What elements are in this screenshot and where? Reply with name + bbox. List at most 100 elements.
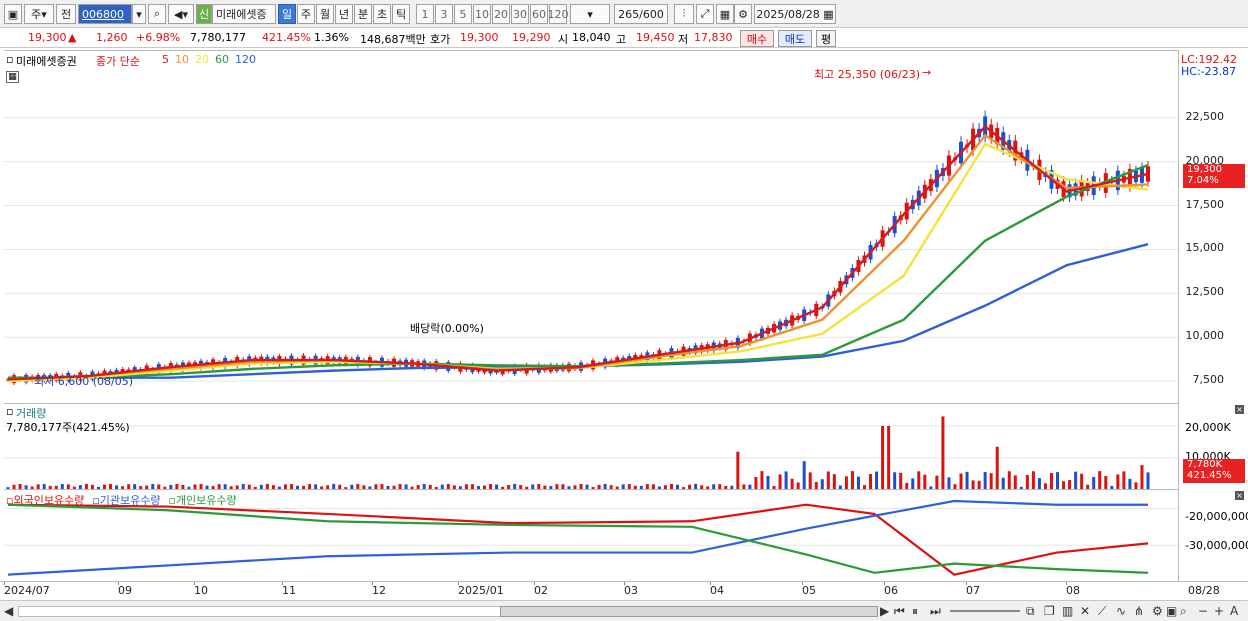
rewind-icon[interactable]: ⏮	[894, 604, 905, 619]
interval-tab[interactable]: 20	[492, 4, 510, 24]
ma-line-60	[8, 164, 1149, 379]
window-icon[interactable]: ❐	[1044, 604, 1055, 618]
close-icon[interactable]: ×	[1235, 405, 1244, 414]
draw-icon[interactable]: ⤢	[696, 4, 714, 24]
gear-icon[interactable]: ⚙	[1152, 604, 1163, 618]
wave-icon[interactable]: ∿	[1116, 604, 1126, 618]
volume-bar	[1080, 473, 1084, 490]
period-tab[interactable]: 월	[316, 4, 334, 24]
close-icon[interactable]: ×	[1235, 491, 1244, 500]
chevron-down-icon[interactable]: ▾	[132, 4, 146, 24]
x-axis-label: 03	[624, 584, 638, 597]
interval-tab[interactable]: 3	[435, 4, 453, 24]
count-field[interactable]: 265/600	[614, 4, 668, 24]
current-price: 19,300	[28, 31, 67, 44]
x-axis-label: 09	[118, 584, 132, 597]
interval-tab[interactable]: 60	[530, 4, 548, 24]
volume-axis: × 20,000K 10,000K 7,780K 421.45%	[1178, 403, 1248, 489]
text-icon[interactable]: A	[1230, 604, 1238, 618]
cross-icon[interactable]: ✕	[1080, 604, 1090, 618]
zoom-slider[interactable]	[950, 610, 1020, 612]
volume-ratio: 421.45%	[262, 31, 311, 44]
scroll-right-icon[interactable]: ▶	[880, 604, 889, 618]
trend-icon[interactable]: ⟋	[1098, 604, 1106, 619]
period-tab[interactable]: 일	[278, 4, 296, 24]
right-arrow-icon: →	[922, 66, 932, 79]
speaker-icon[interactable]: ◀▾	[168, 4, 194, 24]
date-field[interactable]: 2025/08/28 ▦	[754, 4, 836, 24]
interval-tab[interactable]: 5	[454, 4, 472, 24]
volume-bar	[1140, 465, 1144, 490]
zoom-out-icon[interactable]: −	[1198, 604, 1208, 618]
period-tab[interactable]: 초	[373, 4, 391, 24]
volume-bar	[1116, 474, 1120, 490]
pause-icon[interactable]: ⏸	[912, 604, 918, 619]
x-axis-label: 02	[534, 584, 548, 597]
volume-value: 7,780,177	[190, 31, 246, 44]
volume-chart	[4, 416, 1178, 490]
volume-bar	[875, 471, 879, 490]
zoom-in-icon[interactable]: +	[1214, 604, 1224, 618]
legend-ma-period: 120	[235, 53, 256, 66]
price-panel: ▫ 미래에셋증권 종가 단순 5 10 20 60 120 ▦ 최고 25,350 (0…	[4, 50, 1178, 403]
volume-bar	[1104, 476, 1108, 490]
period-tab[interactable]: 틱	[392, 4, 410, 24]
volume-bar	[1007, 471, 1011, 490]
copy-icon[interactable]: ⧉	[1026, 604, 1035, 619]
market-type-label: 주	[31, 8, 42, 21]
volume-bar	[778, 474, 782, 490]
buy-button[interactable]: 매수	[740, 30, 774, 47]
stock-code-input[interactable]: 006800	[78, 4, 132, 24]
fork-icon[interactable]: ⋔	[1134, 604, 1144, 618]
volume-tag: 7,780K 421.45%	[1183, 459, 1245, 483]
volume-bar	[802, 461, 806, 490]
market-type-select[interactable]: 주 ▾	[24, 4, 54, 24]
lock-icon[interactable]: ▣	[1166, 604, 1177, 618]
period-tab[interactable]: 분	[354, 4, 372, 24]
volume-bar	[881, 426, 885, 490]
legend-ma-period: 20	[195, 53, 209, 66]
holdings-tick-1: -20,000,000	[1185, 510, 1248, 523]
volume-tick-1: 20,000K	[1185, 421, 1231, 434]
interval-tab[interactable]: 10	[473, 4, 491, 24]
x-axis-label: 08	[1066, 584, 1080, 597]
interval-tab[interactable]: 1	[416, 4, 434, 24]
scroll-left-icon[interactable]: ◀	[4, 604, 13, 618]
x-axis-label: 04	[710, 584, 724, 597]
prev-button[interactable]: 전	[56, 4, 76, 24]
layout-icon[interactable]: ▣	[4, 4, 22, 24]
sell-button[interactable]: 매도	[778, 30, 812, 47]
eval-button[interactable]: 평	[816, 30, 836, 47]
forward-icon[interactable]: ⏭	[930, 604, 941, 619]
trade-amount: 148,687백만	[360, 33, 426, 46]
turnover-rate: 1.36%	[314, 31, 349, 44]
high-annotation: 최고 25,350 (06/23)	[814, 68, 921, 81]
volume-panel: ▫ 거래량 7,780,177주(421.45%)	[4, 403, 1178, 490]
search-icon[interactable]: ⌕	[148, 4, 166, 24]
candle-icon[interactable]: ⫶	[674, 4, 694, 24]
grid-icon[interactable]: ▦	[6, 71, 19, 83]
save-icon[interactable]: ▦	[716, 4, 734, 24]
scroll-bar: ◀ ▶ ⏮ ⏸ ⏭ ⧉ ❐ ▥ ✕ ⟋ ∿ ⋔ ⚙ ▣ ⌕ − + A	[0, 600, 1248, 621]
interval-tab[interactable]: 120	[548, 4, 569, 24]
volume-bar	[887, 426, 891, 490]
volume-bar	[1098, 471, 1102, 490]
holdings-legend-item: ▫기관보유수량	[92, 494, 161, 507]
legend-stock-name: 미래에셋증권	[16, 55, 77, 68]
price-change-pct: +6.98%	[136, 31, 181, 44]
search-icon[interactable]: ⌕	[1180, 604, 1187, 619]
interval-tab[interactable]: 30	[511, 4, 529, 24]
period-tab[interactable]: 주	[297, 4, 315, 24]
gear-icon[interactable]: ⚙	[734, 4, 752, 24]
volume-bar	[1013, 475, 1017, 490]
period-tab[interactable]: 년	[335, 4, 353, 24]
bar-icon[interactable]: ▥	[1062, 604, 1073, 618]
open-label: 시	[558, 33, 569, 46]
volume-bar	[1031, 471, 1035, 490]
interval-select[interactable]: ▾	[570, 4, 610, 24]
ma-line-5	[7, 124, 1149, 381]
volume-bar	[869, 473, 873, 490]
scroll-thumb[interactable]	[500, 606, 878, 617]
hc-value: HC:-23.87	[1181, 65, 1237, 78]
ma-line-10	[7, 133, 1149, 381]
